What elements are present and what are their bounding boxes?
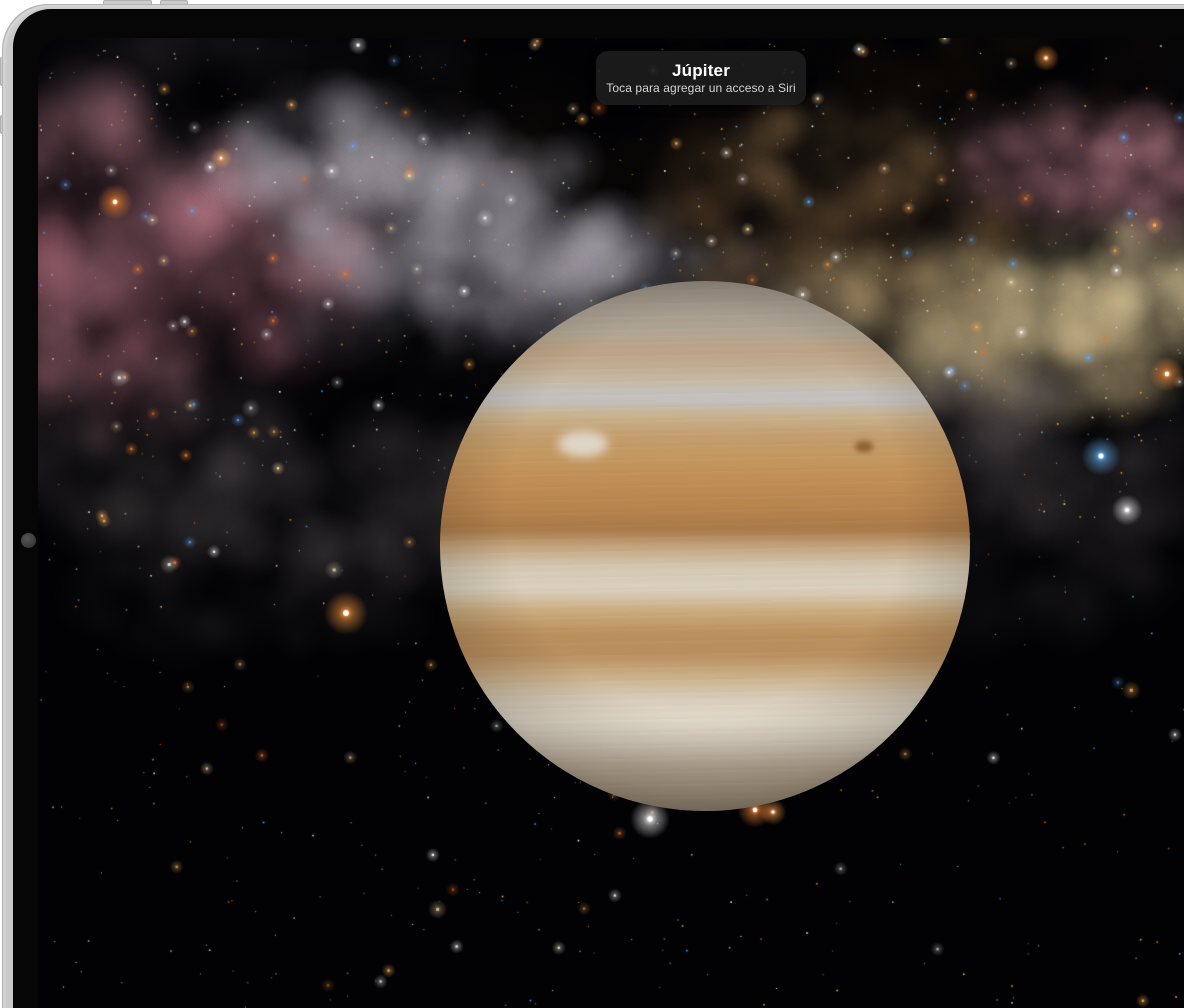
banner-subtitle: Toca para agregar un acceso a Siri: [606, 82, 796, 94]
siri-suggestion-banner[interactable]: Júpiter Toca para agregar un acceso a Si…: [596, 51, 806, 105]
page-background: Júpiter Toca para agregar un acceso a Si…: [0, 0, 1184, 1008]
banner-title: Júpiter: [672, 62, 730, 79]
device-screen: Júpiter Toca para agregar un acceso a Si…: [38, 38, 1184, 1008]
jupiter-limb-shading: [440, 281, 970, 811]
front-camera-icon: [21, 533, 36, 548]
jupiter-planet[interactable]: [440, 281, 970, 811]
